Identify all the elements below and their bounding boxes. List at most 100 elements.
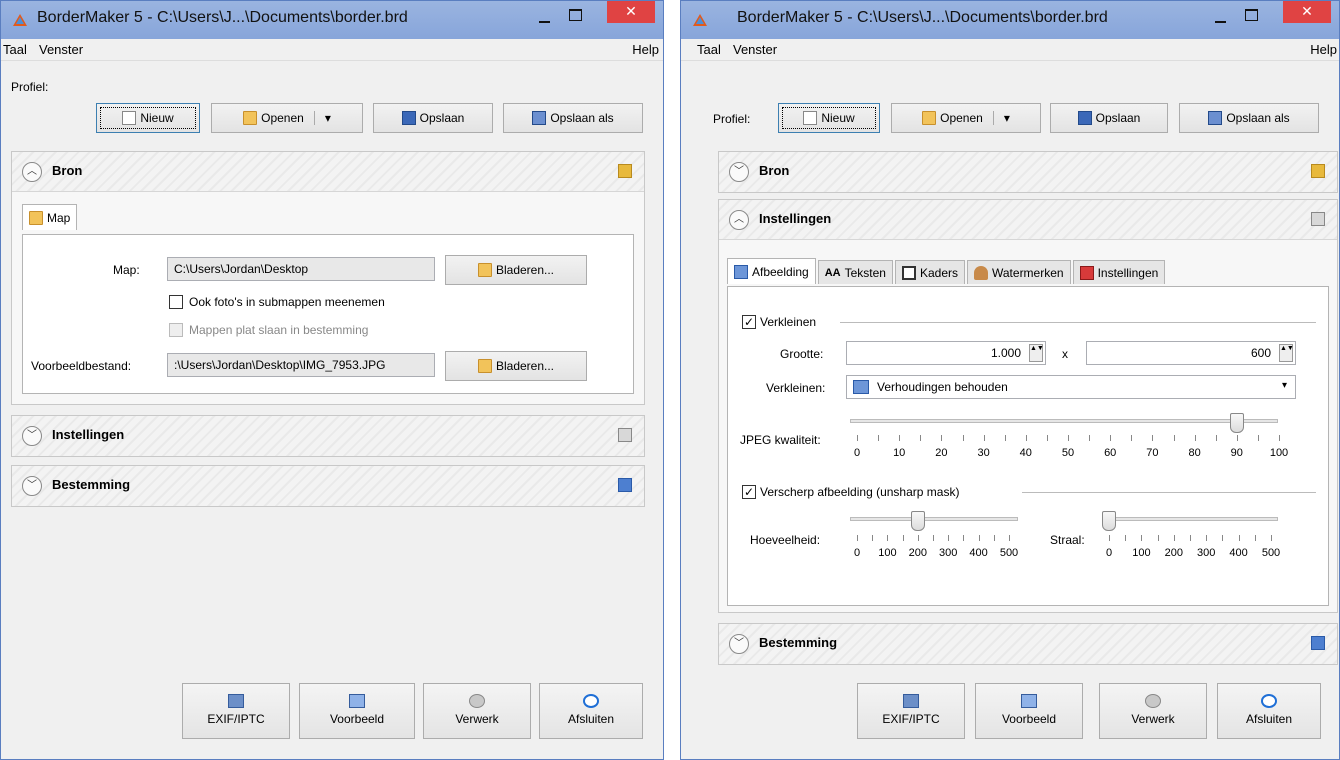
divider (840, 322, 1316, 323)
tab-kaders[interactable]: Kaders (894, 260, 965, 284)
tab-instellingen[interactable]: Instellingen (1072, 260, 1166, 284)
map-path-field[interactable]: C:\Users\Jordan\Desktop (167, 257, 435, 281)
source-panel-header[interactable]: ︿ Bron (12, 152, 644, 192)
source-panel-collapsed[interactable]: ﹀ Bron (718, 151, 1338, 193)
tick-mark (1152, 435, 1154, 441)
tab-watermerken[interactable]: Watermerken (967, 260, 1071, 284)
tick-label: 30 (977, 447, 990, 459)
folder-icon (477, 263, 492, 277)
save-as-profile-button[interactable]: Opslaan als (503, 103, 643, 133)
image-icon (853, 380, 869, 394)
destination-panel-collapsed[interactable]: ﹀ Bestemming (11, 465, 645, 507)
collapse-icon[interactable]: ︿ (729, 210, 749, 230)
close-button[interactable]: ✕ (1283, 1, 1331, 23)
toolbox-icon (1079, 265, 1094, 280)
exif-button[interactable]: EXIF/IPTC (857, 683, 965, 739)
new-profile-button[interactable]: Nieuw (778, 103, 880, 133)
tab-map[interactable]: Map (22, 204, 78, 230)
destination-panel-header[interactable]: ﹀ Bestemming (12, 466, 644, 506)
folder-icon (243, 111, 258, 125)
process-button[interactable]: Verwerk (423, 683, 531, 739)
quit-button[interactable]: Afsluiten (1217, 683, 1321, 739)
exif-button[interactable]: EXIF/IPTC (182, 683, 290, 739)
menu-help[interactable]: Help (1310, 42, 1337, 57)
open-profile-button[interactable]: Openen ▾ (891, 103, 1041, 133)
width-stepper[interactable]: 1.000 ▲▼ (846, 341, 1046, 365)
settings-panel-header[interactable]: ︿ Instellingen (719, 200, 1337, 240)
resize-mode-select[interactable]: Verhoudingen behouden ▾ (846, 375, 1296, 399)
resize-checkbox[interactable]: ✓ (742, 315, 756, 329)
menu-bar: Taal Venster Help (681, 39, 1339, 61)
expand-icon[interactable]: ﹀ (729, 162, 749, 182)
dropdown-arrow-icon[interactable]: ▾ (1004, 111, 1010, 125)
amount-slider[interactable] (850, 511, 1018, 531)
open-profile-button[interactable]: Openen ▾ (211, 103, 363, 133)
tab-label: Afbeelding (752, 264, 809, 279)
slider-thumb[interactable] (1229, 413, 1244, 433)
tick-mark (963, 535, 965, 541)
title-bar[interactable]: BorderMaker 5 - C:\Users\J...\Documents\… (681, 1, 1339, 39)
new-profile-button[interactable]: Nieuw (96, 103, 200, 133)
expand-icon[interactable]: ﹀ (22, 426, 42, 446)
save-profile-button[interactable]: Opslaan (373, 103, 493, 133)
menu-help[interactable]: Help (632, 42, 659, 57)
minimize-button[interactable] (535, 11, 555, 25)
tab-teksten[interactable]: AA Teksten (817, 260, 893, 284)
radius-slider[interactable] (1102, 511, 1278, 531)
tick-label: 20 (935, 447, 948, 459)
minimize-button[interactable] (1211, 11, 1231, 25)
maximize-button[interactable] (565, 5, 585, 23)
dropdown-arrow-icon[interactable]: ▾ (325, 111, 331, 125)
menu-venster[interactable]: Venster (39, 42, 83, 57)
slider-thumb[interactable] (1102, 511, 1116, 531)
tick-mark (1125, 535, 1127, 541)
save-as-profile-button[interactable]: Opslaan als (1179, 103, 1319, 133)
process-button[interactable]: Verwerk (1099, 683, 1207, 739)
settings-panel-collapsed[interactable]: ﹀ Instellingen (11, 415, 645, 457)
menu-taal[interactable]: Taal (697, 42, 721, 57)
menu-taal[interactable]: Taal (3, 42, 27, 57)
settings-panel-header[interactable]: ﹀ Instellingen (12, 416, 644, 456)
tick-label: 40 (1019, 447, 1032, 459)
tick-mark (1109, 535, 1110, 541)
expand-icon[interactable]: ﹀ (729, 634, 749, 654)
spin-arrows-icon[interactable]: ▲▼ (1029, 344, 1044, 362)
preview-file-field[interactable]: :\Users\Jordan\Desktop\IMG_7953.JPG (167, 353, 435, 377)
browse-map-button[interactable]: Bladeren... (445, 255, 587, 285)
browse-preview-button[interactable]: Bladeren... (445, 351, 587, 381)
expand-icon[interactable]: ﹀ (22, 476, 42, 496)
destination-panel-header[interactable]: ﹀ Bestemming (719, 624, 1337, 664)
window-title: BorderMaker 5 - C:\Users\J...\Documents\… (737, 9, 1108, 26)
left-window: BorderMaker 5 - C:\Users\J...\Documents\… (0, 0, 664, 760)
tick-mark (1141, 535, 1143, 541)
subfolders-checkbox[interactable] (169, 295, 183, 309)
maximize-button[interactable] (1241, 5, 1261, 23)
spin-arrows-icon[interactable]: ▲▼ (1279, 344, 1294, 362)
destination-panel-collapsed[interactable]: ﹀ Bestemming (718, 623, 1338, 665)
source-icon (618, 164, 632, 178)
save-as-icon (1208, 111, 1223, 125)
menu-venster[interactable]: Venster (733, 42, 777, 57)
tick-mark (1236, 435, 1238, 441)
sharpen-checkbox[interactable]: ✓ (742, 485, 756, 499)
title-bar[interactable]: BorderMaker 5 - C:\Users\J...\Documents\… (1, 1, 663, 39)
document-icon (803, 111, 818, 125)
collapse-icon[interactable]: ︿ (22, 162, 42, 182)
tick-mark (983, 435, 985, 441)
tick-mark (941, 435, 943, 441)
tick-mark (1173, 535, 1175, 541)
source-panel-header[interactable]: ﹀ Bron (719, 152, 1337, 192)
document-icon (122, 111, 137, 125)
save-label: Opslaan (419, 111, 465, 125)
quit-button[interactable]: Afsluiten (539, 683, 643, 739)
app-icon (13, 14, 27, 26)
tab-afbeelding[interactable]: Afbeelding (727, 258, 816, 284)
height-stepper[interactable]: 600 ▲▼ (1086, 341, 1296, 365)
save-profile-button[interactable]: Opslaan (1050, 103, 1168, 133)
close-button[interactable]: ✕ (607, 1, 655, 23)
tick-mark (933, 535, 934, 541)
preview-button[interactable]: Voorbeeld (975, 683, 1083, 739)
jpeg-quality-slider[interactable] (850, 413, 1278, 433)
preview-button[interactable]: Voorbeeld (299, 683, 415, 739)
slider-thumb[interactable] (910, 511, 925, 531)
